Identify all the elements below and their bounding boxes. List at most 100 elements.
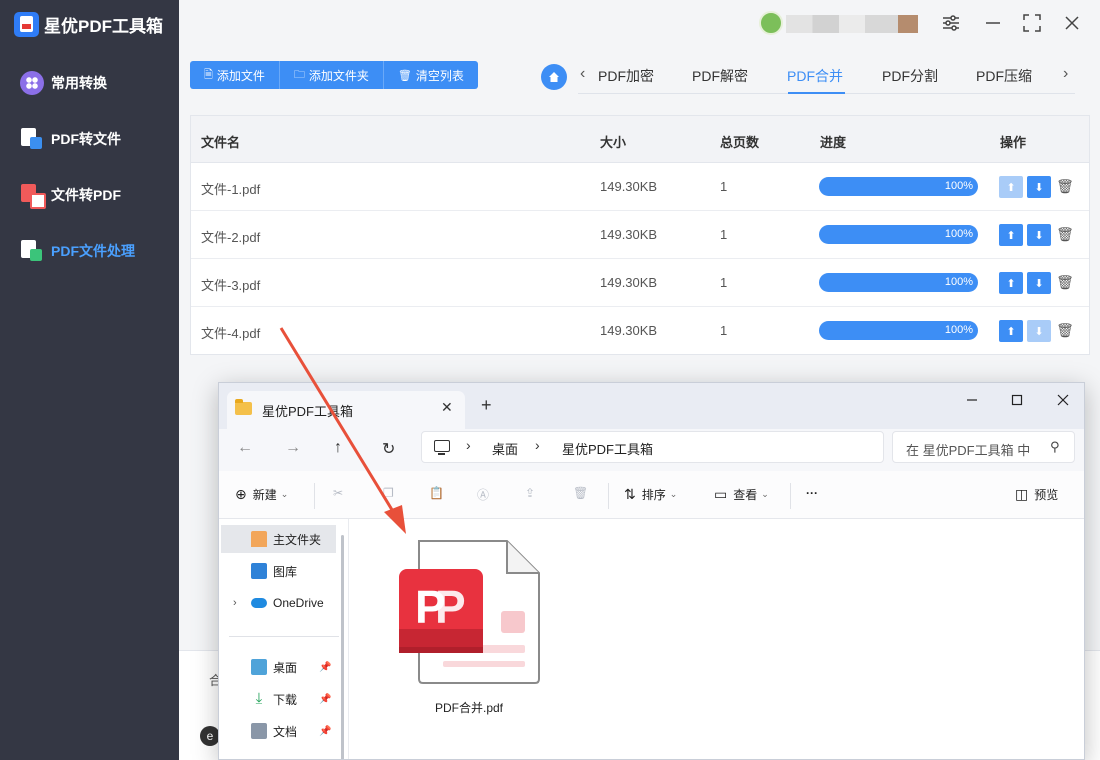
more-options-label: ···	[806, 486, 818, 500]
delete-icon[interactable]: 🗑	[1055, 319, 1075, 341]
home-button[interactable]	[541, 64, 567, 90]
nav-item-pdf-to-file[interactable]: PDF转文件	[20, 127, 121, 151]
file-size: 149.30KB	[600, 227, 658, 242]
download-button[interactable]: ⬇	[1027, 320, 1051, 342]
table-row[interactable]: 文件-4.pdf 149.30KB 1 100% ⬆ ⬇ 🗑	[191, 307, 1089, 355]
delete-icon[interactable]: 🗑	[1055, 175, 1075, 197]
clear-list-button[interactable]: 🗑 清空列表	[384, 61, 478, 89]
search-box[interactable]: 在 星优PDF工具箱 中 ⚲	[892, 431, 1075, 463]
delete-icon[interactable]: 🗑	[1055, 271, 1075, 293]
download-button[interactable]: ⬇	[1027, 224, 1051, 246]
sidebar-item-documents[interactable]: 文档 📌	[221, 717, 336, 745]
pdf-process-icon	[20, 239, 44, 263]
file-size: 149.30KB	[600, 179, 658, 194]
fullscreen-icon[interactable]	[1021, 12, 1043, 34]
file-name: 文件-4.pdf	[201, 326, 261, 341]
delete-icon[interactable]: 🗑	[1055, 223, 1075, 245]
new-button[interactable]: ⊕ 新建 ⌄	[235, 486, 288, 503]
app-title: 星优PDF工具箱	[44, 16, 163, 36]
file-explorer-window: 星优PDF工具箱 ✕ + ← → ↑ ↻ › 桌面 › 星优PDF工具箱 在 星…	[218, 382, 1085, 760]
download-icon: ⬇	[1034, 229, 1044, 242]
view-icon: ▭	[714, 486, 728, 502]
nav-item-label: PDF转文件	[51, 131, 121, 147]
add-file-button[interactable]: 🗎 添加文件	[190, 61, 280, 89]
preview-button[interactable]: ◫ 预览	[1015, 486, 1058, 503]
chevron-down-icon: ⌄	[280, 489, 289, 499]
breadcrumb-desktop[interactable]: 桌面	[492, 439, 518, 458]
tab-pdf-compress[interactable]: PDF压缩	[976, 66, 1032, 86]
gallery-icon	[251, 563, 267, 579]
user-avatar[interactable]	[759, 11, 783, 35]
settings-sliders-icon[interactable]	[940, 12, 962, 34]
explorer-close-icon[interactable]	[1051, 389, 1075, 411]
table-row[interactable]: 文件-2.pdf 149.30KB 1 100% ⬆ ⬇ 🗑	[191, 211, 1089, 259]
nav-item-label: 常用转换	[51, 75, 107, 91]
explorer-content: P P PDF合并.pdf	[349, 519, 1084, 759]
download-icon: ⤓	[255, 690, 263, 707]
file-table: 文件名 大小 总页数 进度 操作 文件-1.pdf 149.30KB 1 100…	[190, 115, 1090, 355]
sidebar-item-label: 下载	[273, 692, 298, 707]
download-button[interactable]: ⬇	[1027, 176, 1051, 198]
share-icon[interactable]: ⇪	[525, 486, 535, 500]
help-badge-icon[interactable]: e	[200, 726, 220, 746]
refresh-icon[interactable]: ↻	[382, 439, 395, 459]
sidebar-item-desktop[interactable]: 桌面 📌	[221, 653, 336, 681]
rename-icon[interactable]: Ⓐ	[477, 486, 489, 503]
explorer-minimize-icon[interactable]	[960, 389, 984, 411]
paste-icon[interactable]: 📋	[429, 486, 444, 500]
table-row[interactable]: 文件-1.pdf 149.30KB 1 100% ⬆ ⬇ 🗑	[191, 163, 1089, 211]
sidebar-item-home[interactable]: 主文件夹	[221, 525, 336, 553]
sidebar-item-onedrive[interactable]: › OneDrive	[221, 589, 336, 617]
sidebar-item-downloads[interactable]: ⤓ 下载 📌	[221, 685, 336, 713]
minimize-icon[interactable]	[982, 12, 1004, 34]
open-output-button[interactable]: ⬆	[999, 320, 1023, 342]
breadcrumb-folder[interactable]: 星优PDF工具箱	[562, 439, 653, 458]
nav-item-pdf-process[interactable]: PDF文件处理	[20, 239, 135, 263]
nav-item-file-to-pdf[interactable]: 文件转PDF	[20, 183, 121, 209]
address-bar[interactable]: › 桌面 › 星优PDF工具箱	[421, 431, 884, 463]
copy-icon[interactable]: ❐	[383, 486, 394, 500]
tab-pdf-split[interactable]: PDF分割	[882, 66, 938, 86]
file-pages: 1	[720, 227, 728, 242]
tab-close-icon[interactable]: ✕	[441, 399, 453, 416]
sidebar-item-label: OneDrive	[273, 596, 324, 610]
nav-item-common-convert[interactable]: 常用转换	[20, 71, 107, 95]
chevron-right-icon[interactable]: ›	[233, 597, 237, 609]
back-arrow-icon[interactable]: ←	[237, 439, 253, 457]
new-label: 新建	[252, 488, 277, 502]
plus-circle-icon: ⊕	[235, 486, 247, 502]
tab-pdf-encrypt[interactable]: PDF加密	[598, 66, 654, 86]
explorer-tab[interactable]: 星优PDF工具箱 ✕	[227, 391, 465, 429]
tab-pdf-merge[interactable]: PDF合并	[787, 66, 843, 86]
clear-list-label: 清空列表	[415, 68, 464, 83]
pin-icon: 📌	[319, 693, 332, 705]
close-icon[interactable]	[1061, 12, 1083, 34]
tab-pdf-decrypt[interactable]: PDF解密	[692, 66, 748, 86]
col-header-progress: 进度	[820, 135, 847, 150]
cut-icon[interactable]: ✂	[333, 486, 343, 500]
explorer-sidebar: 主文件夹 图库 › OneDrive 桌面 📌 ⤓ 下载 📌 文档 📌	[219, 519, 349, 759]
up-arrow-icon[interactable]: ↑	[334, 439, 342, 457]
pdf-file-icon: P P	[399, 540, 540, 684]
open-output-button[interactable]: ⬆	[999, 176, 1023, 198]
file-item[interactable]: P P PDF合并.pdf	[389, 537, 549, 715]
add-folder-button[interactable]: 🗀 添加文件夹	[280, 61, 384, 89]
delete-icon[interactable]: 🗑	[573, 486, 588, 500]
sidebar-item-gallery[interactable]: 图库	[221, 557, 336, 585]
table-row[interactable]: 文件-3.pdf 149.30KB 1 100% ⬆ ⬇ 🗑	[191, 259, 1089, 307]
sort-button[interactable]: ⇅ 排序 ⌄	[624, 486, 677, 503]
preview-pane-icon: ◫	[1015, 486, 1029, 502]
more-options-button[interactable]: ···	[806, 486, 818, 500]
forward-arrow-icon[interactable]: →	[285, 439, 301, 457]
col-header-size: 大小	[600, 135, 627, 150]
download-button[interactable]: ⬇	[1027, 272, 1051, 294]
view-button[interactable]: ▭ 查看 ⌄	[714, 486, 769, 503]
explorer-maximize-icon[interactable]	[1005, 389, 1029, 411]
open-output-button[interactable]: ⬆	[999, 224, 1023, 246]
explorer-tab-title: 星优PDF工具箱	[262, 404, 354, 419]
file-pages: 1	[720, 275, 728, 290]
open-output-button[interactable]: ⬆	[999, 272, 1023, 294]
trash-icon: 🗑	[397, 69, 412, 82]
new-tab-icon[interactable]: +	[481, 395, 492, 416]
sidebar-scrollbar[interactable]	[341, 535, 344, 759]
